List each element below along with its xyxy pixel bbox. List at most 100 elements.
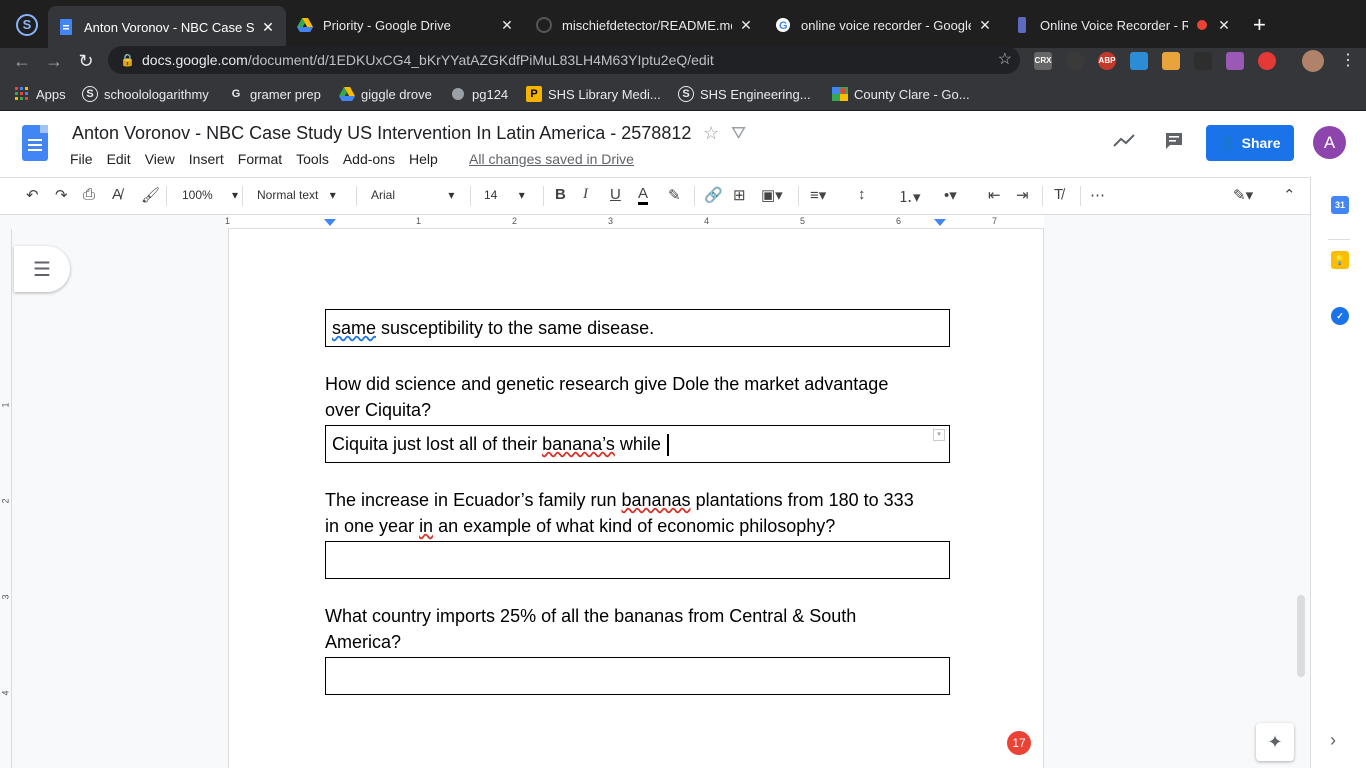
text-color-icon[interactable]: A <box>638 186 649 205</box>
explore-button[interactable]: ✦ <box>1256 723 1294 761</box>
reload-icon[interactable]: ↻ <box>74 51 98 72</box>
tasks-icon[interactable]: ✓ <box>1331 307 1349 325</box>
cell-dropdown-icon[interactable]: ▾ <box>933 429 945 441</box>
left-indent-marker[interactable] <box>324 219 336 226</box>
red-extension-icon[interactable] <box>1258 52 1276 70</box>
document-outline-button[interactable]: ☰ <box>14 246 70 292</box>
font-select[interactable]: Arial ▾ <box>371 188 454 202</box>
editing-mode-icon[interactable]: ✎▾ <box>1233 186 1253 204</box>
bookmark-library[interactable]: P SHS Library Medi... <box>526 86 661 102</box>
star-icon[interactable]: ☆ <box>703 123 719 144</box>
answer-box-3[interactable] <box>325 541 950 579</box>
owl-extension-icon[interactable] <box>1066 52 1084 70</box>
zoom-select[interactable]: 100% ▾ <box>182 188 238 202</box>
numbered-list-icon[interactable]: ⒈▾ <box>898 186 921 207</box>
close-icon[interactable]: ✕ <box>977 17 993 34</box>
tab-drive[interactable]: Priority - Google Drive ✕ <box>287 8 525 42</box>
bookmark-county-clare[interactable]: County Clare - Go... <box>832 86 970 102</box>
grammar-flagged-word[interactable]: in <box>419 516 433 536</box>
notification-badge[interactable]: 17 <box>1007 731 1031 755</box>
answer-box-2[interactable]: Ciquita just lost all of their banana’s … <box>325 425 950 463</box>
profile-icon[interactable]: S <box>16 14 38 36</box>
tab-docs[interactable]: Anton Voronov - NBC Case Stu ✕ <box>48 6 286 48</box>
move-to-drive-icon[interactable]: ⛛ <box>731 123 746 144</box>
address-bar[interactable]: 🔒 docs.google.com/document/d/1EDKUxCG4_b… <box>108 46 1020 74</box>
right-indent-marker[interactable] <box>934 219 946 226</box>
spelling-flagged-word[interactable]: banana’s <box>542 434 615 454</box>
dark-extension-icon[interactable] <box>1194 52 1212 70</box>
abp-extension-icon[interactable]: ABP <box>1098 52 1116 70</box>
activity-trend-icon[interactable] <box>1113 131 1135 154</box>
bulleted-list-icon[interactable]: •▾ <box>944 186 957 204</box>
tab-github[interactable]: mischiefdetector/README.md ✕ <box>526 8 764 42</box>
grammar-flagged-word[interactable]: same <box>332 318 376 338</box>
back-icon[interactable]: ← <box>10 51 34 72</box>
print-icon[interactable]: ⎙ <box>83 186 95 203</box>
docs-logo-icon[interactable] <box>22 125 48 161</box>
close-icon[interactable]: ✕ <box>1216 17 1232 34</box>
more-icon[interactable]: ⋯ <box>1090 186 1105 204</box>
spelling-flagged-word[interactable]: bananas <box>621 490 690 510</box>
calendar-icon[interactable]: 31 <box>1331 196 1349 214</box>
menu-format[interactable]: Format <box>238 151 282 167</box>
chrome-menu-icon[interactable]: ⋮ <box>1340 50 1356 70</box>
link-icon[interactable]: 🔗 <box>704 186 723 204</box>
clear-formatting-icon[interactable]: T̸ <box>1054 186 1063 203</box>
menu-edit[interactable]: Edit <box>107 151 131 167</box>
close-icon[interactable]: ✕ <box>260 19 276 36</box>
crx-extension-icon[interactable]: CRX <box>1034 52 1052 70</box>
menu-help[interactable]: Help <box>409 151 438 167</box>
scrollbar-thumb[interactable] <box>1297 595 1305 677</box>
undo-icon[interactable]: ↶ <box>26 186 39 204</box>
forward-icon[interactable]: → <box>42 51 66 72</box>
highlight-icon[interactable]: ✎ <box>668 186 681 204</box>
box-extension-icon[interactable] <box>1162 52 1180 70</box>
chevron-right-icon[interactable]: › <box>1330 730 1336 751</box>
check-extension-icon[interactable] <box>1130 52 1148 70</box>
answer-box-4[interactable] <box>325 657 950 695</box>
increase-indent-icon[interactable]: ⇥ <box>1016 186 1029 204</box>
bookmark-drive[interactable]: giggle drove <box>339 86 432 102</box>
menu-view[interactable]: View <box>145 151 175 167</box>
answer-box-1[interactable]: same susceptibility to the same disease. <box>325 309 950 347</box>
tab-voice-recorder[interactable]: Online Voice Recorder - Re ✕ <box>1004 8 1242 42</box>
document-page[interactable]: same susceptibility to the same disease.… <box>228 229 1044 768</box>
underline-icon[interactable]: U <box>610 186 621 203</box>
style-select[interactable]: Normal text ▾ <box>257 188 336 202</box>
bookmark-schoology[interactable]: S schoolologarithmy <box>82 86 209 102</box>
tab-google-search[interactable]: G online voice recorder - Google ✕ <box>765 8 1003 42</box>
comment-icon[interactable] <box>1164 131 1184 157</box>
new-tab-icon[interactable]: + <box>1253 12 1266 38</box>
save-status[interactable]: All changes saved in Drive <box>469 151 634 167</box>
bookmark-pg124[interactable]: pg124 <box>450 86 508 102</box>
collapse-menus-icon[interactable]: ⌃ <box>1283 186 1296 204</box>
bold-icon[interactable]: B <box>555 186 566 203</box>
redo-icon[interactable]: ↷ <box>55 186 68 204</box>
bookmark-star-icon[interactable]: ☆ <box>998 46 1012 74</box>
spellcheck-icon[interactable]: A̸ <box>112 186 122 203</box>
decrease-indent-icon[interactable]: ⇤ <box>988 186 1001 204</box>
font-size-select[interactable]: 14 ▾ <box>484 188 525 202</box>
menu-tools[interactable]: Tools <box>296 151 329 167</box>
color-extension-icon[interactable] <box>1226 52 1244 70</box>
paint-format-icon[interactable]: 🖌 <box>141 186 160 204</box>
italic-icon[interactable]: I <box>583 186 588 203</box>
document-title[interactable]: Anton Voronov - NBC Case Study US Interv… <box>72 123 691 144</box>
bookmark-apps[interactable]: Apps <box>14 86 66 102</box>
bookmark-grammar[interactable]: G gramer prep <box>228 86 321 102</box>
menu-insert[interactable]: Insert <box>189 151 224 167</box>
align-icon[interactable]: ≡▾ <box>810 186 826 204</box>
share-button[interactable]: 👤 Share <box>1206 125 1294 161</box>
lock-icon: 🔒 <box>120 53 135 67</box>
menu-addons[interactable]: Add-ons <box>343 151 395 167</box>
add-comment-icon[interactable]: ⊞ <box>733 186 746 204</box>
close-icon[interactable]: ✕ <box>499 17 515 34</box>
close-icon[interactable]: ✕ <box>738 17 754 34</box>
account-avatar[interactable]: A <box>1313 126 1346 159</box>
profile-avatar[interactable] <box>1302 50 1324 72</box>
line-spacing-icon[interactable]: ↕ <box>858 186 866 203</box>
insert-image-icon[interactable]: ▣▾ <box>761 186 783 204</box>
bookmark-engineering[interactable]: S SHS Engineering... <box>678 86 811 102</box>
keep-icon[interactable]: 💡 <box>1331 251 1349 269</box>
menu-file[interactable]: File <box>70 151 93 167</box>
